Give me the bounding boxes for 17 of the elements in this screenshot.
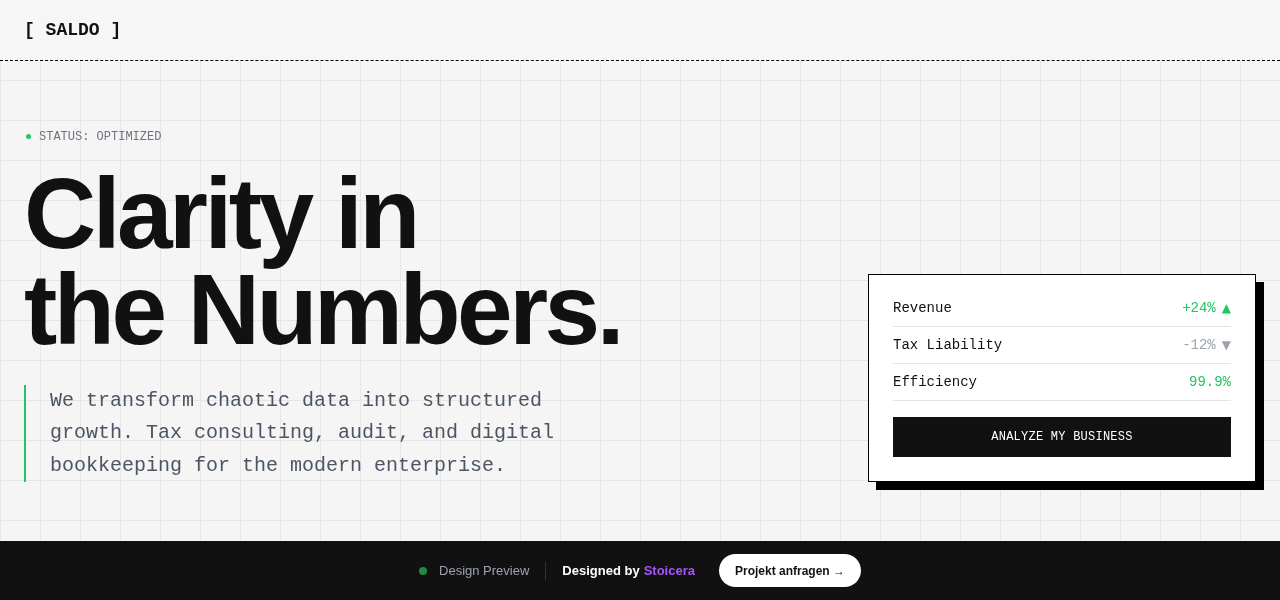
- metric-value: 99.9%: [1189, 373, 1231, 392]
- trend-arrow: ▼: [1221, 337, 1231, 354]
- request-project-button[interactable]: Projekt anfragen →: [718, 554, 861, 587]
- metric-label: Efficiency: [893, 373, 977, 392]
- description-text: We transform chaotic data into structured growth. Tax consulting, audit, and digital bookkeeping for the modern enterprise.: [50, 387, 556, 479]
- metric-label: Revenue: [893, 299, 952, 318]
- metric-value: -12%: [1182, 336, 1216, 355]
- metric-label: Tax Liability: [893, 336, 1003, 355]
- status-label: STATUS: OPTIMIZED: [39, 128, 162, 145]
- preview-label: Design Preview: [439, 561, 530, 580]
- headline: Clarity in the Numbers.: [24, 164, 621, 357]
- analyze-button[interactable]: ANALYZE MY BUSINESS: [893, 417, 1231, 457]
- author-link[interactable]: Stoicera: [643, 560, 695, 581]
- metric-value: +24%: [1182, 299, 1216, 318]
- logo[interactable]: [ SALDO ]: [24, 16, 122, 44]
- credit-label: Designed by: [562, 561, 640, 580]
- trend-arrow: ▲: [1221, 300, 1231, 317]
